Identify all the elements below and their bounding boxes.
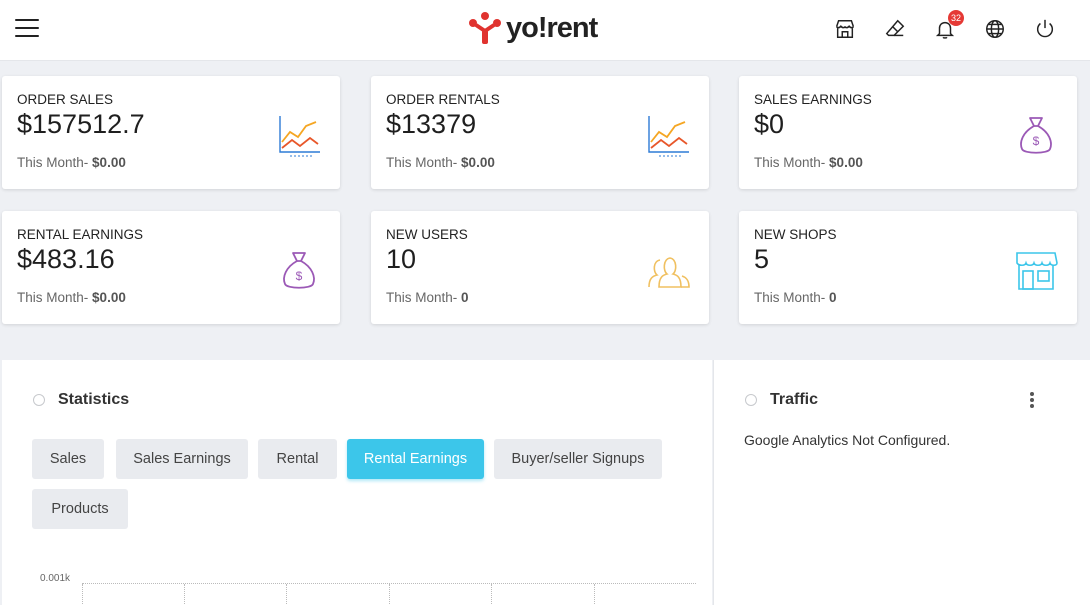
card-title: ORDER RENTALS xyxy=(386,92,500,107)
tab-sales-earnings[interactable]: Sales Earnings xyxy=(116,439,248,479)
card-sub-label: This Month- xyxy=(754,290,826,305)
notifications-bell-icon[interactable]: 32 xyxy=(930,10,964,44)
card-title: SALES EARNINGS xyxy=(754,92,872,107)
card-subtext: This Month- $0.00 xyxy=(754,155,863,170)
card-sub-label: This Month- xyxy=(17,155,89,170)
users-icon xyxy=(648,257,690,288)
card-sub-label: This Month- xyxy=(386,290,458,305)
statistics-title: Statistics xyxy=(58,391,130,408)
money-bag-icon: $ xyxy=(1020,117,1052,154)
card-subtext: This Month- $0.00 xyxy=(17,290,126,305)
card-sub-value: $0.00 xyxy=(829,155,863,170)
top-bar: yo!rent 32 xyxy=(0,0,1090,61)
panel-indicator-icon xyxy=(33,394,45,406)
store-icon[interactable] xyxy=(830,14,860,44)
card-sub-value: 0 xyxy=(461,290,469,305)
logo-mark-icon xyxy=(469,12,501,44)
card-new-shops[interactable]: NEW SHOPS 5 This Month- 0 xyxy=(739,211,1077,324)
card-order-sales[interactable]: ORDER SALES $157512.7 This Month- $0.00 xyxy=(2,76,340,189)
card-new-users[interactable]: NEW USERS 10 This Month- 0 xyxy=(371,211,709,324)
svg-text:$: $ xyxy=(1033,134,1040,148)
statistics-panel: Statistics Sales Sales Earnings Rental R… xyxy=(2,360,712,605)
card-sub-value: $0.00 xyxy=(92,155,126,170)
power-icon[interactable] xyxy=(1030,14,1060,44)
tab-rental-earnings[interactable]: Rental Earnings xyxy=(347,439,484,479)
globe-icon[interactable] xyxy=(980,14,1010,44)
y-axis-label: 0.001k xyxy=(40,573,71,584)
card-rental-earnings[interactable]: RENTAL EARNINGS $483.16 This Month- $0.0… xyxy=(2,211,340,324)
card-subtext: This Month- $0.00 xyxy=(386,155,495,170)
panel-indicator-icon xyxy=(745,394,757,406)
card-sub-label: This Month- xyxy=(386,155,458,170)
card-sub-label: This Month- xyxy=(754,155,826,170)
card-value: $483.16 xyxy=(17,244,115,274)
card-value: $157512.7 xyxy=(17,109,145,139)
card-subtext: This Month- 0 xyxy=(754,290,837,305)
card-sub-value: 0 xyxy=(829,290,837,305)
card-sub-value: $0.00 xyxy=(92,290,126,305)
card-order-rentals[interactable]: ORDER RENTALS $13379 This Month- $0.00 xyxy=(371,76,709,189)
menu-toggle-icon[interactable] xyxy=(15,19,39,39)
card-title: NEW SHOPS xyxy=(754,227,837,242)
card-subtext: This Month- $0.00 xyxy=(17,155,126,170)
card-subtext: This Month- 0 xyxy=(386,290,469,305)
tab-products[interactable]: Products xyxy=(32,489,128,529)
tab-sales[interactable]: Sales xyxy=(32,439,104,479)
money-bag-icon: $ xyxy=(283,252,315,289)
card-title: ORDER SALES xyxy=(17,92,114,107)
logo[interactable]: yo!rent xyxy=(468,10,598,46)
notification-badge: 32 xyxy=(947,10,964,26)
card-sales-earnings[interactable]: SALES EARNINGS $0 This Month- $0.00 $ xyxy=(739,76,1077,189)
more-options-icon[interactable] xyxy=(1030,392,1034,408)
traffic-title: Traffic xyxy=(770,391,819,408)
card-value: $0 xyxy=(754,109,785,139)
traffic-message: Google Analytics Not Configured. xyxy=(744,432,951,448)
card-title: NEW USERS xyxy=(386,227,468,242)
line-chart-icon xyxy=(648,116,689,157)
eraser-icon[interactable] xyxy=(880,14,910,44)
chart-grid xyxy=(82,583,696,605)
line-chart-icon xyxy=(279,116,320,157)
card-sub-value: $0.00 xyxy=(461,155,495,170)
tab-rental[interactable]: Rental xyxy=(258,439,337,479)
logo-text: yo!rent xyxy=(506,11,598,44)
traffic-panel: Traffic Google Analytics Not Configured. xyxy=(713,360,1090,605)
card-value: $13379 xyxy=(386,109,477,139)
card-value: 5 xyxy=(754,244,770,274)
svg-text:$: $ xyxy=(296,269,303,283)
card-title: RENTAL EARNINGS xyxy=(17,227,144,242)
shop-icon xyxy=(1016,252,1058,290)
card-value: 10 xyxy=(386,244,417,274)
tab-buyer-seller-signups[interactable]: Buyer/seller Signups xyxy=(494,439,662,479)
card-sub-label: This Month- xyxy=(17,290,89,305)
